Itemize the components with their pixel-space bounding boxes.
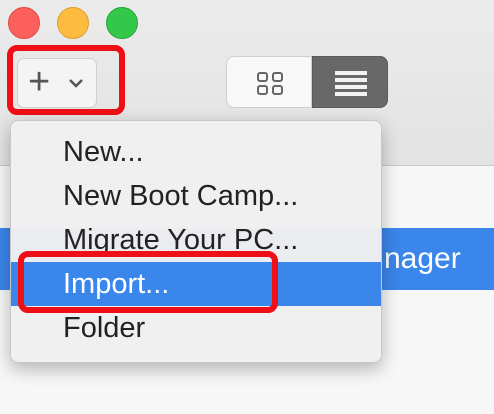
zoom-window-button[interactable] bbox=[106, 7, 138, 39]
menu-item-new[interactable]: New... bbox=[11, 130, 381, 174]
add-dropdown-menu: New... New Boot Camp... Migrate Your PC.… bbox=[10, 120, 382, 363]
close-window-button[interactable] bbox=[8, 7, 40, 39]
menu-item-folder[interactable]: Folder bbox=[11, 306, 381, 350]
menu-item-import[interactable]: Import... bbox=[11, 262, 381, 306]
minimize-window-button[interactable] bbox=[57, 7, 89, 39]
list-view-button[interactable] bbox=[312, 56, 388, 108]
plus-icon: + bbox=[28, 61, 51, 103]
list-view-icon bbox=[335, 71, 367, 96]
vm-list-row-label: nager bbox=[384, 242, 461, 275]
chevron-down-icon bbox=[69, 79, 83, 88]
menu-item-migrate-pc[interactable]: Migrate Your PC... bbox=[11, 218, 381, 262]
add-button[interactable]: + bbox=[17, 58, 97, 108]
grid-view-icon bbox=[257, 72, 283, 95]
menu-item-new-boot-camp[interactable]: New Boot Camp... bbox=[11, 174, 381, 218]
grid-view-button[interactable] bbox=[226, 56, 312, 108]
